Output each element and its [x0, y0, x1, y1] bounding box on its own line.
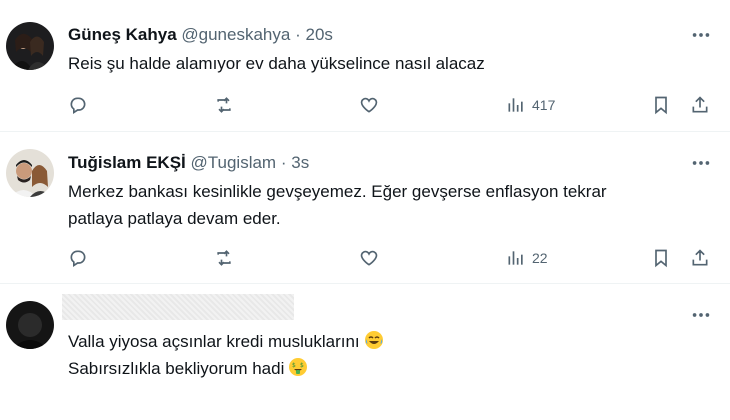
reply-icon [70, 250, 86, 268]
reply-button[interactable] [68, 248, 88, 268]
view-count: 417 [532, 97, 556, 113]
tweet[interactable]: Tuğislam EKŞİ @Tugislam · 3s Merkez bank… [0, 132, 730, 282]
tweet-header: Tuğislam EKŞİ @Tugislam · 3s [68, 153, 309, 173]
tweet-text-line: Reis şu halde alamıyor ev daha yükselinc… [68, 54, 485, 73]
retweet-icon [217, 97, 231, 113]
view-count: 22 [532, 250, 548, 266]
share-button[interactable] [690, 95, 710, 115]
tweet-text-segment: Sabırsızlıkla bekliyorum hadi [68, 359, 285, 378]
avatar[interactable] [6, 301, 54, 349]
tweet-text: Reis şu halde alamıyor ev daha yükselinc… [68, 50, 485, 77]
author-handle[interactable]: @guneskahya [181, 25, 290, 44]
share-icon [692, 96, 708, 113]
bookmark-button[interactable] [651, 95, 671, 115]
tweet[interactable]: Güneş Kahya @guneskahya · 20s Reis şu ha… [0, 0, 730, 130]
redacted-header [62, 294, 294, 320]
tweet-text-segment: Valla yiyosa açsınlar kredi musluklarını [68, 332, 360, 351]
bookmark-button[interactable] [651, 248, 671, 268]
author-handle[interactable]: @Tugislam [191, 153, 277, 172]
like-button[interactable] [359, 95, 379, 115]
separator-dot: · [295, 25, 301, 44]
svg-text:$: $ [300, 362, 304, 369]
tweet-text: Valla yiyosa açsınlar kredi musluklarını… [68, 328, 384, 382]
retweet-icon [217, 250, 231, 266]
more-horizontal-icon[interactable] [690, 152, 712, 174]
author-name[interactable]: Güneş Kahya [68, 25, 177, 44]
timestamp[interactable]: 20s [305, 25, 332, 44]
separator-dot: · [280, 153, 287, 172]
reply-icon [70, 97, 86, 115]
tweet-text-line: Merkez bankası kesinlikle gevşeyemez. Eğ… [68, 182, 607, 201]
money-mouth-face-icon: $ $ [288, 357, 308, 377]
timestamp[interactable]: 3s [291, 153, 309, 172]
share-icon [692, 249, 708, 266]
reply-button[interactable] [68, 95, 88, 115]
share-button[interactable] [690, 248, 710, 268]
tweet-text-line: Sabırsızlıkla bekliyorum hadi $ $ [68, 355, 384, 382]
views-button[interactable]: 417 [506, 95, 555, 115]
more-horizontal-icon[interactable] [690, 24, 712, 46]
tweet-text-line: Valla yiyosa açsınlar kredi musluklarını [68, 328, 384, 355]
bookmark-icon [655, 96, 667, 115]
heart-icon [360, 250, 378, 266]
tweet-text: Merkez bankası kesinlikle gevşeyemez. Eğ… [68, 178, 607, 232]
retweet-button[interactable] [214, 95, 234, 115]
views-button[interactable]: 22 [506, 248, 548, 268]
bookmark-icon [655, 249, 667, 268]
views-chart-icon [508, 98, 523, 112]
face-with-tears-of-joy-icon [364, 330, 384, 350]
more-horizontal-icon[interactable] [690, 304, 712, 326]
author-name[interactable]: Tuğislam EKŞİ [68, 153, 186, 172]
views-chart-icon [508, 251, 523, 265]
avatar[interactable] [6, 149, 54, 197]
like-button[interactable] [359, 248, 379, 268]
heart-icon [360, 97, 378, 113]
tweet-header: Güneş Kahya @guneskahya · 20s [68, 25, 333, 45]
svg-text:$: $ [292, 362, 296, 369]
avatar[interactable] [6, 22, 54, 70]
retweet-button[interactable] [214, 248, 234, 268]
tweet-text-line: patlaya patlaya devam eder. [68, 209, 281, 228]
